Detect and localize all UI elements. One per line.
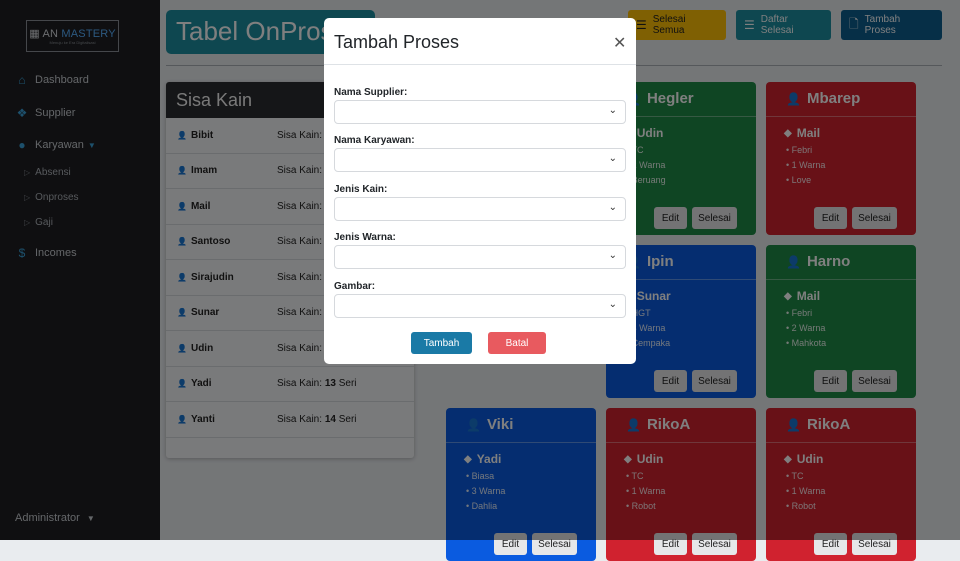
gambar-select[interactable]: ⌄ bbox=[334, 294, 626, 318]
supplier-label: Nama Supplier: bbox=[334, 87, 408, 98]
jenis-warna-label: Jenis Warna: bbox=[334, 232, 396, 243]
jenis-warna-select[interactable]: ⌄ bbox=[334, 245, 626, 269]
modal-divider bbox=[324, 64, 636, 65]
chevron-down-icon: ⌄ bbox=[608, 299, 617, 310]
tambah-button[interactable]: Tambah bbox=[411, 332, 472, 354]
jenis-kain-select[interactable]: ⌄ bbox=[334, 197, 626, 221]
batal-button[interactable]: Batal bbox=[488, 332, 546, 354]
jenis-kain-label: Jenis Kain: bbox=[334, 184, 388, 195]
modal-title: Tambah Proses bbox=[334, 32, 460, 52]
chevron-down-icon: ⌄ bbox=[608, 202, 617, 213]
chevron-down-icon: ⌄ bbox=[608, 105, 617, 116]
supplier-select[interactable]: ⌄ bbox=[334, 100, 626, 124]
karyawan-label: Nama Karyawan: bbox=[334, 135, 415, 146]
tambah-proses-modal: Tambah Proses ✕ Nama Supplier: ⌄ Nama Ka… bbox=[324, 18, 636, 364]
gambar-label: Gambar: bbox=[334, 281, 376, 292]
chevron-down-icon: ⌄ bbox=[608, 153, 617, 164]
karyawan-select[interactable]: ⌄ bbox=[334, 148, 626, 172]
close-icon[interactable]: ✕ bbox=[613, 33, 626, 53]
chevron-down-icon: ⌄ bbox=[608, 250, 617, 261]
